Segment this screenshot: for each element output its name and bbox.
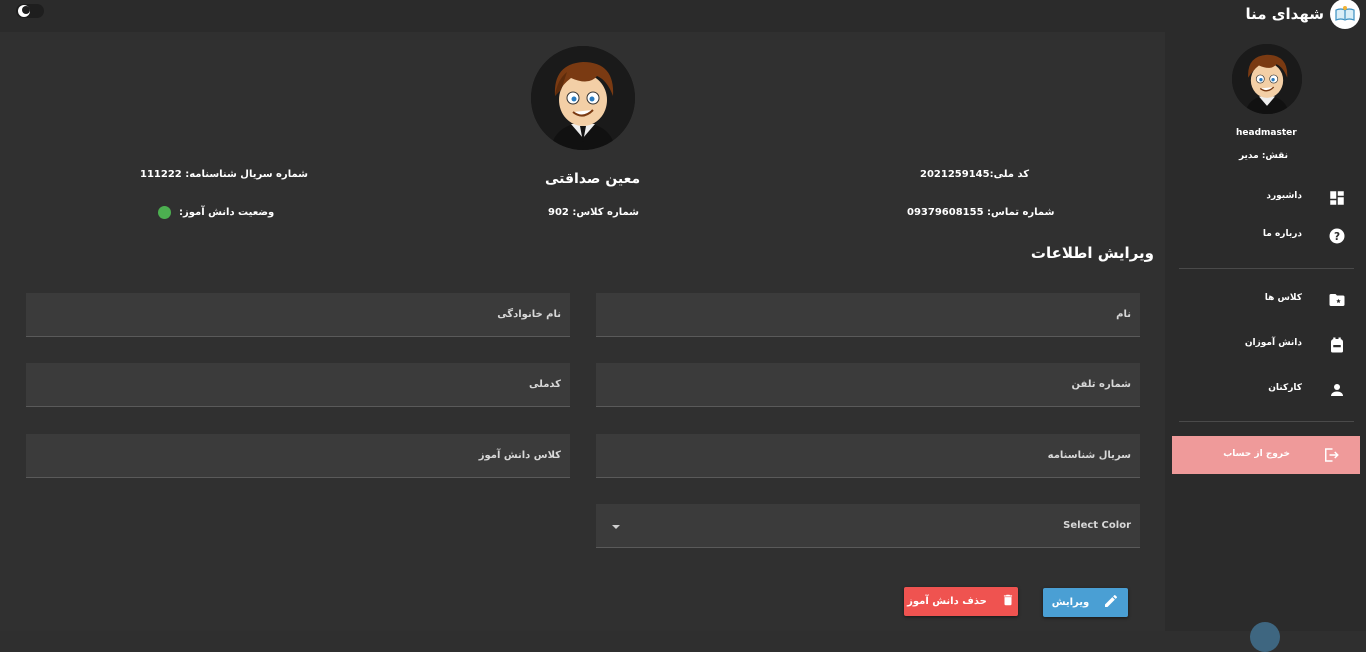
last-name-field[interactable]: نام خانوادگی xyxy=(26,293,570,337)
sidebar-item-label: داشبورد xyxy=(1266,191,1302,201)
sidebar-item-label: دانش آموزان xyxy=(1244,338,1302,348)
person-icon xyxy=(1328,381,1346,399)
edit-button[interactable]: ویرایش xyxy=(1043,588,1128,617)
phone-placeholder: شماره تلفن xyxy=(1071,379,1131,390)
first-name-placeholder: نام xyxy=(1116,309,1131,320)
color-select[interactable]: Select Color xyxy=(596,504,1140,548)
sidebar-item-about[interactable]: ? درباره ما xyxy=(1165,218,1366,254)
id-serial-placeholder: سریال شناسنامه xyxy=(1047,450,1131,461)
brand-title: شهدای منا xyxy=(1245,5,1324,23)
top-bar: شهدای منا xyxy=(0,0,1366,32)
sidebar-item-staff[interactable]: کارکنان xyxy=(1165,372,1366,408)
student-name: معین صداقتی xyxy=(545,171,641,187)
class-number-text: شماره کلاس: 902 xyxy=(548,207,639,218)
national-code-field[interactable]: کدملی xyxy=(26,363,570,407)
floating-action-button[interactable] xyxy=(1250,622,1280,652)
dashboard-icon xyxy=(1328,189,1346,207)
profile-avatar xyxy=(531,46,635,150)
id-serial-text: شماره سریال شناسنامه: 111222 xyxy=(140,169,308,180)
brand[interactable]: شهدای منا xyxy=(1245,0,1360,29)
first-name-field[interactable]: نام xyxy=(596,293,1140,337)
sidebar-item-students[interactable]: دانش آموزان xyxy=(1165,327,1366,363)
sidebar-divider xyxy=(1179,268,1354,269)
theme-toggle[interactable] xyxy=(16,4,44,18)
pencil-icon xyxy=(1103,593,1119,612)
folder-star-icon xyxy=(1328,291,1346,309)
sidebar-item-label: کلاس ها xyxy=(1264,293,1302,303)
logout-label: خروج از حساب xyxy=(1223,449,1290,459)
delete-button-label: حذف دانش آموز xyxy=(907,596,987,607)
class-placeholder: کلاس دانش آموز xyxy=(478,450,561,461)
sidebar-divider xyxy=(1179,421,1354,422)
student-status-label: وضعیت دانش آموز: xyxy=(179,207,275,218)
color-select-placeholder: Select Color xyxy=(1063,520,1131,531)
user-avatar xyxy=(1232,44,1302,114)
delete-student-button[interactable]: حذف دانش آموز xyxy=(904,587,1018,616)
book-logo-icon xyxy=(1330,0,1360,29)
trash-icon xyxy=(1001,592,1015,611)
edit-button-label: ویرایش xyxy=(1051,597,1090,608)
sidebar-item-label: درباره ما xyxy=(1262,229,1302,239)
phone-field[interactable]: شماره تلفن xyxy=(596,363,1140,407)
last-name-placeholder: نام خانوادگی xyxy=(497,309,561,320)
class-field[interactable]: کلاس دانش آموز xyxy=(26,434,570,478)
moon-icon xyxy=(18,5,30,17)
phone-text: شماره تماس: 09379608155 xyxy=(907,207,1055,218)
student-status-indicator xyxy=(158,206,171,219)
sidebar-item-dashboard[interactable]: داشبورد xyxy=(1165,180,1366,216)
edit-info-title: ویرایش اطلاعات xyxy=(1030,244,1154,262)
svg-text:?: ? xyxy=(1334,231,1340,243)
backpack-icon xyxy=(1328,336,1346,354)
help-icon: ? xyxy=(1328,227,1346,245)
logout-icon xyxy=(1322,446,1340,464)
sidebar-item-classes[interactable]: کلاس ها xyxy=(1165,282,1366,318)
sidebar-username: headmaster xyxy=(1236,128,1297,138)
id-serial-field[interactable]: سریال شناسنامه xyxy=(596,434,1140,478)
dropdown-caret-icon xyxy=(612,525,620,529)
sidebar-item-label: کارکنان xyxy=(1268,383,1302,393)
national-code-text: کد ملی:2021259145 xyxy=(920,169,1030,180)
sidebar-role: نقش: مدیر xyxy=(1238,151,1288,161)
national-code-placeholder: کدملی xyxy=(529,379,561,390)
logout-button[interactable]: خروج از حساب xyxy=(1172,436,1360,474)
